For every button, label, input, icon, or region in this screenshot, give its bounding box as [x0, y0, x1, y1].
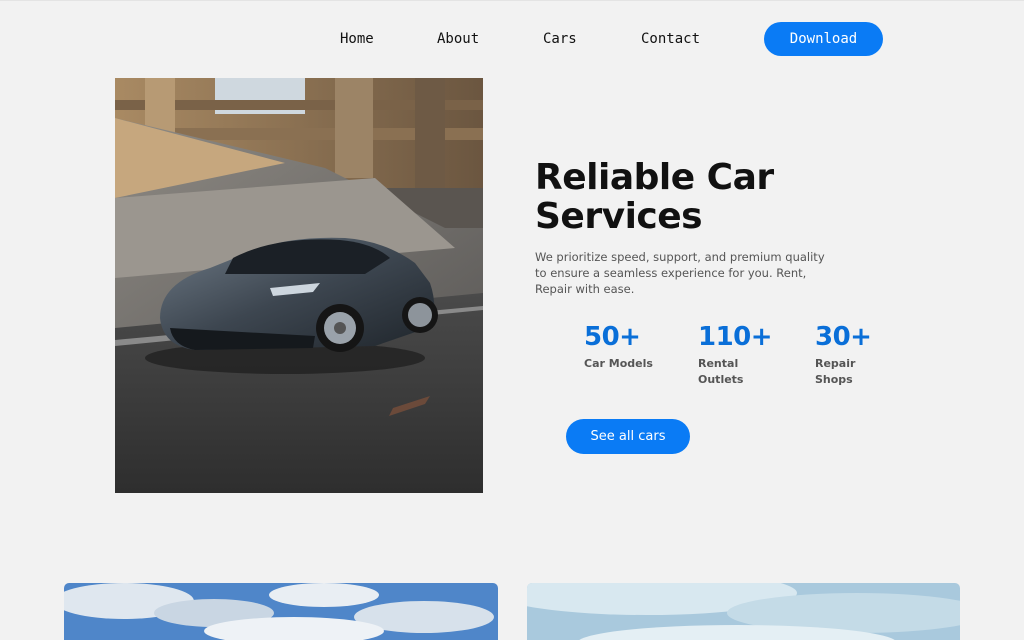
nav-link-contact[interactable]: Contact: [641, 31, 700, 47]
stat-value: 50+: [584, 322, 641, 352]
stat-value: 30+: [815, 322, 872, 352]
main-nav: Home About Cars Contact Download: [0, 22, 1024, 58]
hero-title: Reliable Car Services: [535, 157, 774, 237]
stat-value: 110+: [698, 322, 773, 352]
nav-link-home[interactable]: Home: [340, 31, 374, 47]
stat-label: Car Models: [584, 357, 653, 370]
stat-rental-outlets: 110+ Rental Outlets: [698, 322, 773, 388]
download-button[interactable]: Download: [764, 22, 883, 56]
stat-label: Repair Shops: [815, 357, 856, 386]
stat-label: Rental Outlets: [698, 357, 744, 386]
see-all-cars-button[interactable]: See all cars: [566, 419, 690, 454]
sky-image-card: [64, 583, 498, 640]
hero-description: We prioritize speed, support, and premiu…: [535, 250, 825, 296]
stat-car-models: 50+ Car Models: [584, 322, 654, 372]
nav-link-cars[interactable]: Cars: [543, 31, 577, 47]
nav-link-about[interactable]: About: [437, 31, 479, 47]
stat-repair-shops: 30+ Repair Shops: [815, 322, 885, 388]
sky-image-card: [527, 583, 960, 640]
hero-car-image: [115, 78, 483, 493]
top-border: [0, 0, 1024, 1]
